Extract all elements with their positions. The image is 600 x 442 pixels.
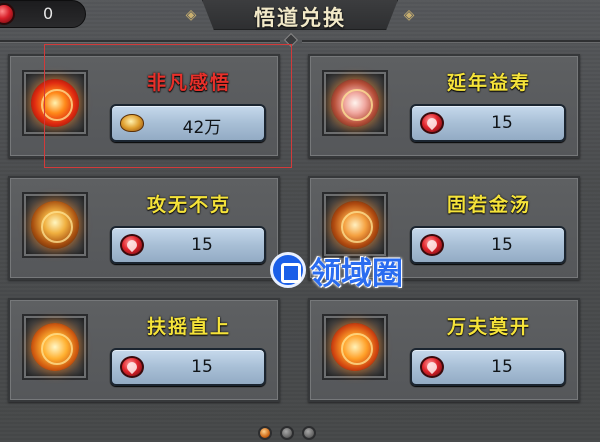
- star-orb-icon: [331, 79, 379, 127]
- price-button[interactable]: 15: [410, 348, 566, 386]
- title-plaque: ◈ ◈ 悟道兑换: [180, 0, 420, 34]
- price-amount: 15: [191, 357, 213, 377]
- vortex-orb-icon: [31, 323, 79, 371]
- item-name: 扶摇直上: [146, 316, 231, 338]
- item-name: 攻无不克: [146, 194, 231, 216]
- title-divider-right: [302, 40, 600, 42]
- red-gem-icon: [120, 356, 144, 378]
- red-gem-icon: [420, 234, 444, 256]
- item-icon-frame: [22, 192, 88, 258]
- pyramid-orb-icon: [31, 201, 79, 249]
- page-dot[interactable]: [280, 426, 294, 440]
- price-button[interactable]: 15: [110, 348, 266, 386]
- swirl-orb-icon: [331, 323, 379, 371]
- selection-highlight: [44, 44, 292, 168]
- price-amount: 15: [491, 357, 513, 377]
- item-name: 固若金汤: [446, 194, 531, 216]
- item-name: 延年益寿: [446, 72, 531, 94]
- page-dot[interactable]: [302, 426, 316, 440]
- hexagram-orb-icon: [331, 201, 379, 249]
- price-amount: 15: [491, 113, 513, 133]
- price-button[interactable]: 15: [410, 226, 566, 264]
- currency-display: 0: [0, 0, 86, 28]
- item-icon-frame: [322, 70, 388, 136]
- red-gem-icon: [420, 112, 444, 134]
- price-amount: 15: [191, 235, 213, 255]
- currency-value: 0: [43, 4, 54, 23]
- title-divider-left: [0, 40, 280, 42]
- price-amount: 15: [491, 235, 513, 255]
- page-title: 悟道兑换: [254, 6, 346, 30]
- red-gem-icon: [420, 356, 444, 378]
- exchange-card-6[interactable]: 万夫莫开 15: [308, 298, 580, 402]
- red-gem-icon: [0, 3, 15, 25]
- watermark-logo-icon: [270, 252, 306, 288]
- price-button[interactable]: 15: [410, 104, 566, 142]
- price-button[interactable]: 15: [110, 226, 266, 264]
- exchange-card-3[interactable]: 攻无不克 15: [8, 176, 280, 280]
- exchange-card-5[interactable]: 扶摇直上 15: [8, 298, 280, 402]
- item-icon-frame: [322, 314, 388, 380]
- item-icon-frame: [22, 314, 88, 380]
- page-indicator: [258, 422, 330, 442]
- page-dot-active[interactable]: [258, 426, 272, 440]
- red-gem-icon: [120, 234, 144, 256]
- watermark-text: 领域圈: [310, 256, 403, 292]
- item-name: 万夫莫开: [446, 316, 531, 338]
- exchange-card-2[interactable]: 延年益寿 15: [308, 54, 580, 158]
